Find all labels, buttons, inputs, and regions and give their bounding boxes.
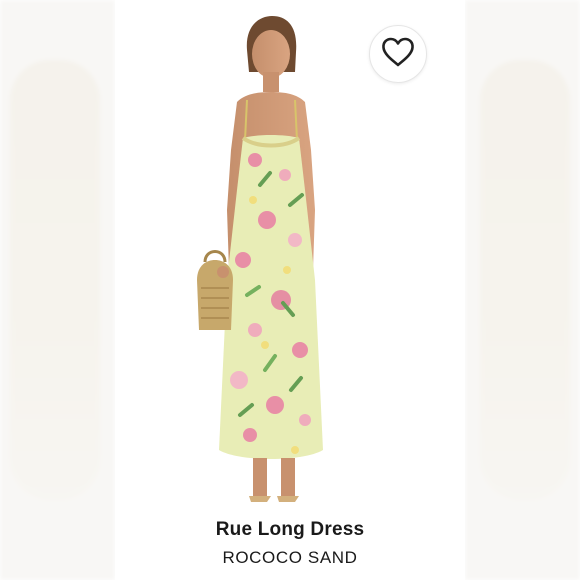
product-brand[interactable]: ROCOCO SAND: [0, 548, 580, 568]
background-blur-left: [0, 0, 115, 580]
favorite-button[interactable]: [369, 25, 427, 83]
product-image[interactable]: [195, 10, 345, 510]
product-title[interactable]: Rue Long Dress: [0, 519, 580, 541]
background-blur-right: [465, 0, 580, 580]
heart-outline-icon: [381, 37, 415, 72]
